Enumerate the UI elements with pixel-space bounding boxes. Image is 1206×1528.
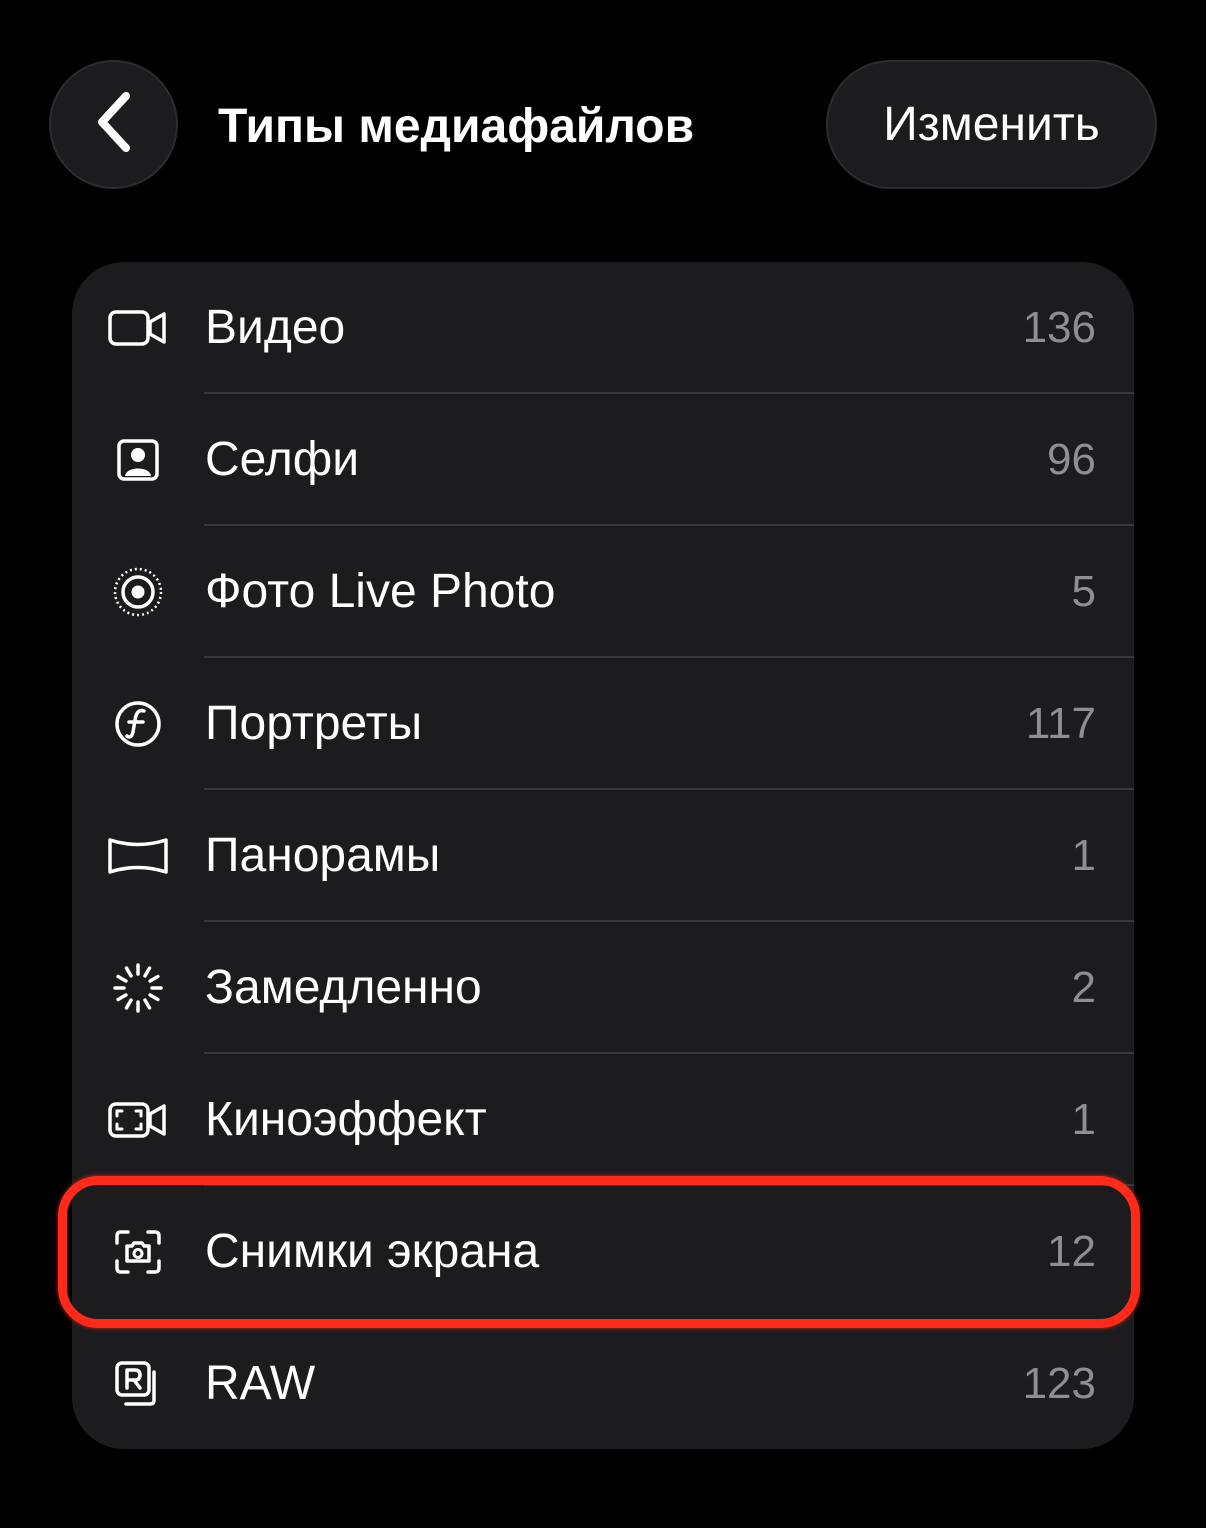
list-item-slow-motion[interactable]: Замедленно 2 xyxy=(72,922,1134,1054)
list-item-label: Замедленно xyxy=(205,961,482,1014)
list-item-screenshots[interactable]: Снимки экрана 12 xyxy=(72,1186,1134,1318)
selfie-portrait-icon xyxy=(106,430,170,490)
list-item-label: RAW xyxy=(205,1357,316,1410)
list-item-live-photo[interactable]: Фото Live Photo 5 xyxy=(72,526,1134,658)
list-item-count: 117 xyxy=(1025,699,1096,748)
list-item-count: 12 xyxy=(1047,1227,1096,1276)
list-item-selfie[interactable]: Селфи 96 xyxy=(72,394,1134,526)
list-item-count: 1 xyxy=(1071,831,1096,880)
back-button[interactable] xyxy=(49,60,178,189)
page-title: Типы медиафайлов xyxy=(218,100,695,153)
list-item-label: Портреты xyxy=(205,697,423,750)
media-types-list: Видео 136 Селфи 96 Фото Live Photo 5 Пор… xyxy=(72,262,1134,1449)
list-item-label: Панорамы xyxy=(205,829,441,882)
list-item-label: Фото Live Photo xyxy=(205,565,556,618)
list-item-video[interactable]: Видео 136 xyxy=(72,262,1134,394)
list-item-portraits[interactable]: Портреты 117 xyxy=(72,658,1134,790)
list-item-count: 5 xyxy=(1071,567,1096,616)
cinematic-icon xyxy=(106,1090,170,1150)
panorama-icon xyxy=(106,826,170,886)
list-item-label: Киноэффект xyxy=(205,1093,487,1146)
live-photo-icon xyxy=(106,562,170,622)
list-item-panoramas[interactable]: Панорамы 1 xyxy=(72,790,1134,922)
portrait-aperture-icon xyxy=(106,694,170,754)
list-item-count: 1 xyxy=(1071,1095,1096,1144)
raw-icon xyxy=(106,1354,170,1414)
screenshot-icon xyxy=(106,1222,170,1282)
edit-button[interactable]: Изменить xyxy=(826,60,1157,189)
chevron-left-icon xyxy=(94,92,134,157)
list-item-label: Видео xyxy=(205,301,346,354)
list-item-label: Селфи xyxy=(205,433,360,486)
list-item-count: 2 xyxy=(1071,963,1096,1012)
list-item-count: 123 xyxy=(1022,1359,1096,1408)
list-item-count: 136 xyxy=(1022,303,1096,352)
video-camera-icon xyxy=(106,298,170,358)
slow-motion-icon xyxy=(106,958,170,1018)
list-item-raw[interactable]: RAW 123 xyxy=(72,1318,1134,1449)
list-item-cinematic[interactable]: Киноэффект 1 xyxy=(72,1054,1134,1186)
list-item-label: Снимки экрана xyxy=(205,1225,540,1278)
list-item-count: 96 xyxy=(1047,435,1096,484)
